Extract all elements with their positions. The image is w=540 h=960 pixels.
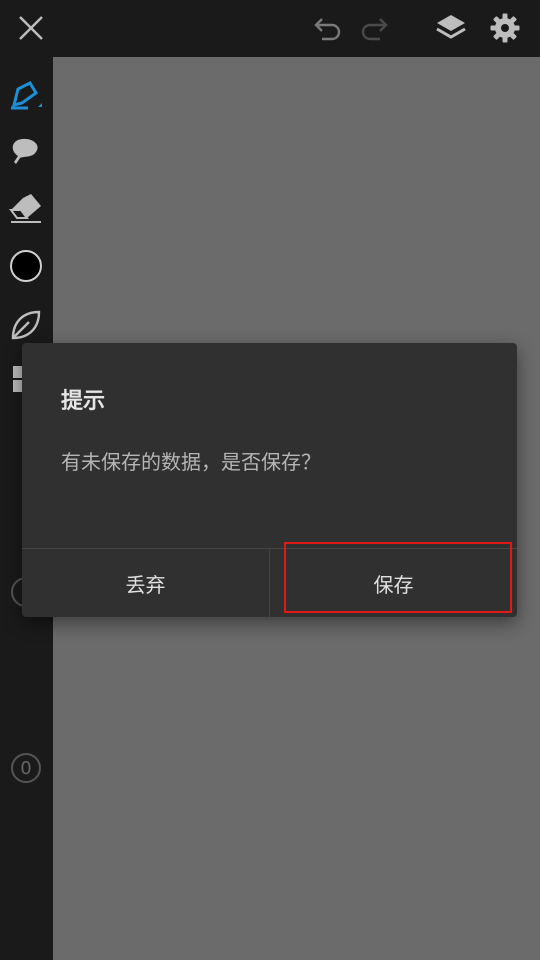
layers-button[interactable]: [431, 8, 471, 48]
pen-icon: [11, 81, 42, 110]
close-icon: [19, 16, 43, 40]
opacity-value: 0: [20, 757, 32, 779]
leaf-icon: [11, 310, 41, 340]
smudge-icon: [12, 138, 38, 164]
smudge-tool[interactable]: [6, 132, 46, 172]
dialog-message: 有未保存的数据，是否保存？: [61, 450, 321, 474]
color-swatch[interactable]: [6, 246, 46, 286]
top-toolbar: [0, 0, 540, 57]
pen-tool[interactable]: [6, 75, 46, 115]
close-button[interactable]: [11, 8, 51, 48]
redo-button[interactable]: [355, 8, 395, 48]
opacity-indicator[interactable]: 0: [6, 748, 46, 788]
gear-icon: [490, 13, 520, 43]
discard-button[interactable]: 丢弃: [22, 549, 269, 617]
undo-icon: [314, 18, 341, 41]
dialog-title: 提示: [61, 389, 106, 414]
redo-icon: [361, 18, 388, 41]
eraser-tool[interactable]: [6, 189, 46, 229]
save-button-highlight: [284, 542, 512, 613]
color-swatch-icon: [10, 250, 42, 282]
eraser-icon: [9, 194, 41, 223]
drawing-app: 0 提示 有未保存的数据，是否保存？ 丢弃 保存: [0, 0, 540, 960]
settings-button[interactable]: [485, 8, 525, 48]
undo-button[interactable]: [307, 8, 347, 48]
brush-shape-tool[interactable]: [6, 305, 46, 345]
layers-icon: [436, 15, 466, 39]
